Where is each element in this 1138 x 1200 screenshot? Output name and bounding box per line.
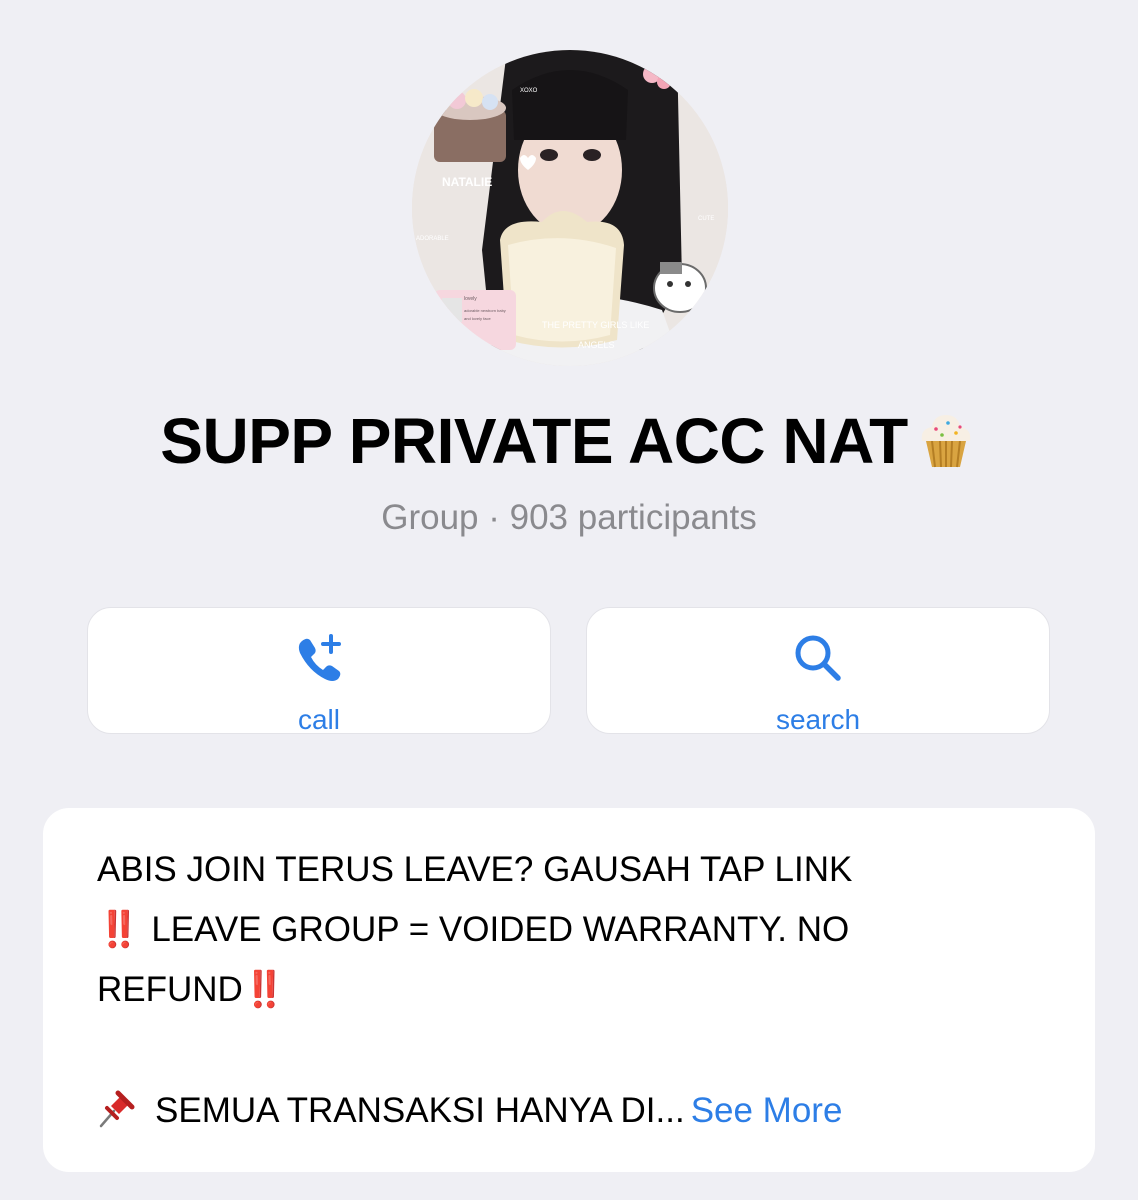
description-line-4: SEMUA TRANSAKSI HANYA DI... See More (97, 1088, 842, 1128)
group-title-text: SUPP PRIVATE ACC NAT (160, 405, 908, 477)
svg-text:adorable newborn baby: adorable newborn baby (464, 308, 506, 313)
svg-text:NATALIE: NATALIE (442, 175, 492, 189)
pushpin-icon (99, 1090, 135, 1128)
svg-text:lovely: lovely (464, 296, 477, 302)
magnifier-icon (795, 635, 841, 681)
description-card: ABIS JOIN TERUS LEAVE? GAUSAH TAP LINK ‼… (43, 808, 1095, 1172)
description-line-1: ABIS JOIN TERUS LEAVE? GAUSAH TAP LINK (97, 850, 853, 889)
description-line-3: REFUND‼️ (97, 972, 287, 1007)
call-label: call (297, 704, 340, 735)
description-line-2-text: LEAVE GROUP = VOIDED WARRANTY. NO (141, 910, 850, 949)
svg-text:ADORABLE: ADORABLE (416, 236, 449, 242)
description-line-2: ‼️ LEAVE GROUP = VOIDED WARRANTY. NO (97, 912, 849, 947)
svg-text:XOXO: XOXO (520, 88, 538, 94)
double-exclamation-icon: ‼️ (242, 970, 287, 1009)
see-more-link[interactable]: See More (691, 1091, 843, 1130)
phone-plus-icon (298, 634, 341, 681)
description-line-3-text: REFUND (97, 970, 243, 1009)
group-subtitle: Group · 903 participants (381, 498, 757, 537)
search-button[interactable]: search (586, 607, 1050, 734)
call-button[interactable]: call (87, 607, 551, 734)
svg-text:and lovely face: and lovely face (464, 316, 491, 321)
group-title: SUPP PRIVATE ACC NAT (0, 404, 1138, 478)
svg-text:CUTE: CUTE (698, 216, 714, 222)
avatar-image: NATALIE XOXO ADORABLE CUTE THE PRETTY GI… (412, 50, 728, 366)
cupcake-icon (921, 415, 970, 468)
group-avatar[interactable]: NATALIE XOXO ADORABLE CUTE THE PRETTY GI… (412, 50, 728, 366)
search-label: search (775, 704, 861, 735)
description-line-4-text: SEMUA TRANSAKSI HANYA DI... (155, 1091, 685, 1130)
svg-text:ANGELS: ANGELS (578, 340, 615, 350)
double-exclamation-icon: ‼️ (97, 910, 141, 949)
svg-text:THE PRETTY GIRLS LIKE: THE PRETTY GIRLS LIKE (542, 320, 649, 330)
